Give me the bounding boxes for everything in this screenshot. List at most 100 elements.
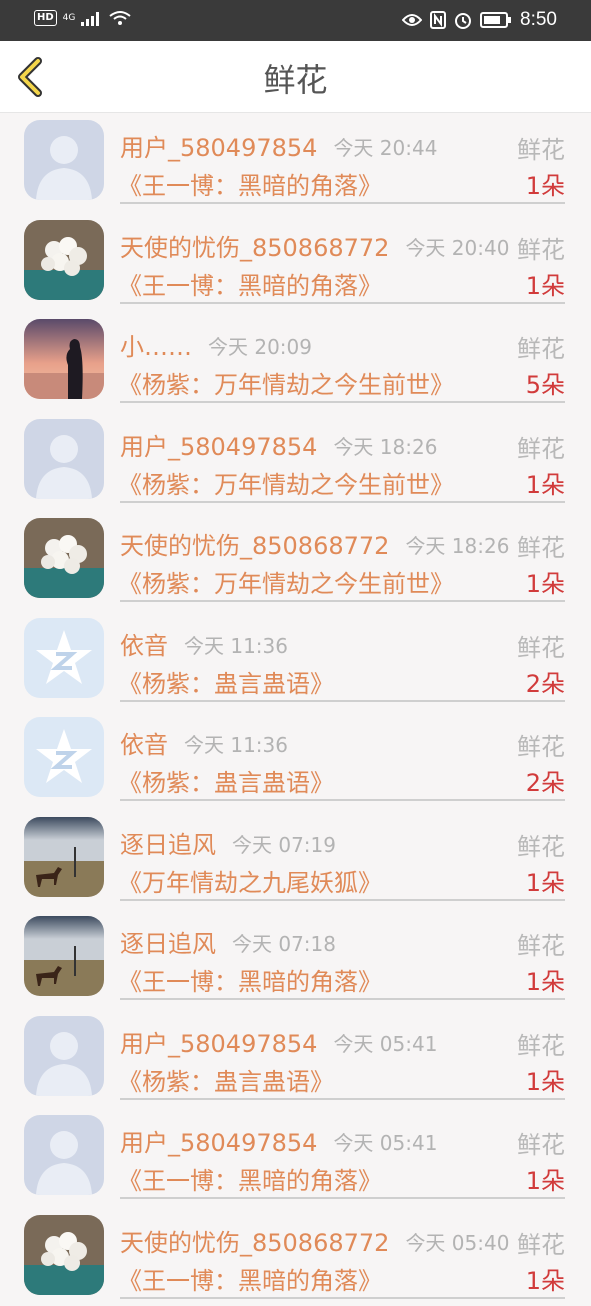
list-item[interactable]: 天使的忧伤_850868772 今天 20:40 鲜花 《王一博：黑暗的角落》 … <box>0 212 591 312</box>
list-item[interactable]: 依音 今天 11:36 鲜花 《杨紫：蛊言蛊语》 2朵 <box>0 709 591 809</box>
divider <box>120 799 565 801</box>
status-left: HD 4G <box>34 10 131 26</box>
book-title[interactable]: 《王一博：黑暗的角落》 <box>118 1161 382 1196</box>
avatar[interactable] <box>24 1016 104 1096</box>
list-item[interactable]: 用户_580497854 今天 05:41 鲜花 《王一博：黑暗的角落》 1朵 <box>0 1107 591 1207</box>
gift-count: 1朵 <box>526 166 565 201</box>
book-title[interactable]: 《王一博：黑暗的角落》 <box>118 962 382 997</box>
flowers-avatar-icon <box>24 220 104 300</box>
list-item[interactable]: 依音 今天 11:36 鲜花 《杨紫：蛊言蛊语》 2朵 <box>0 610 591 710</box>
divider <box>120 202 565 204</box>
user-name[interactable]: 用户_580497854 <box>120 1123 317 1158</box>
gift-type: 鲜花 <box>517 628 565 663</box>
signal-icon <box>81 10 103 26</box>
avatar[interactable] <box>24 1115 104 1195</box>
list-item[interactable]: 用户_580497854 今天 05:41 鲜花 《杨紫：蛊言蛊语》 1朵 <box>0 1008 591 1108</box>
timestamp: 今天 05:40 <box>405 1227 509 1256</box>
status-bar: HD 4G 8:50 <box>0 0 591 41</box>
list-item[interactable]: 小…… 今天 20:09 鲜花 《杨紫：万年情劫之今生前世》 5朵 <box>0 311 591 411</box>
avatar[interactable] <box>24 518 104 598</box>
clock: 8:50 <box>520 9 557 31</box>
battery-icon <box>480 12 512 28</box>
list-item[interactable]: 天使的忧伤_850868772 今天 18:26 鲜花 《杨紫：万年情劫之今生前… <box>0 510 591 610</box>
user-name[interactable]: 用户_580497854 <box>120 427 317 462</box>
gift-type: 鲜花 <box>517 926 565 961</box>
book-title[interactable]: 《万年情劫之九尾妖狐》 <box>118 863 382 898</box>
timestamp: 今天 05:41 <box>333 1127 437 1156</box>
timestamp: 今天 18:26 <box>405 530 509 559</box>
user-name[interactable]: 天使的忧伤_850868772 <box>120 526 389 561</box>
book-title[interactable]: 《王一博：黑暗的角落》 <box>118 1261 382 1296</box>
user-name[interactable]: 逐日追风 <box>120 825 216 860</box>
gift-count: 1朵 <box>526 465 565 500</box>
book-title[interactable]: 《杨紫：蛊言蛊语》 <box>118 664 334 699</box>
user-name[interactable]: 用户_580497854 <box>120 1024 317 1059</box>
eye-icon <box>402 13 422 27</box>
avatar[interactable] <box>24 120 104 200</box>
gift-type: 鲜花 <box>517 1125 565 1160</box>
divider <box>120 302 565 304</box>
flowers-avatar-icon <box>24 1215 104 1295</box>
avatar[interactable] <box>24 419 104 499</box>
wifi-icon <box>109 10 131 26</box>
user-name[interactable]: 天使的忧伤_850868772 <box>120 1223 389 1258</box>
gift-count: 1朵 <box>526 962 565 997</box>
header: 鲜花 <box>0 41 591 113</box>
timestamp: 今天 20:44 <box>333 132 437 161</box>
book-title[interactable]: 《王一博：黑暗的角落》 <box>118 266 382 301</box>
timestamp: 今天 20:40 <box>405 232 509 261</box>
book-title[interactable]: 《杨紫：蛊言蛊语》 <box>118 763 334 798</box>
gift-type: 鲜花 <box>517 827 565 862</box>
list-item[interactable]: 用户_580497854 今天 18:26 鲜花 《杨紫：万年情劫之今生前世》 … <box>0 411 591 511</box>
divider <box>120 899 565 901</box>
network-type: 4G <box>63 14 76 23</box>
gift-type: 鲜花 <box>517 130 565 165</box>
divider <box>120 1098 565 1100</box>
gift-type: 鲜花 <box>517 1026 565 1061</box>
avatar[interactable] <box>24 1215 104 1295</box>
user-name[interactable]: 依音 <box>120 626 168 661</box>
gift-type: 鲜花 <box>517 429 565 464</box>
user-name[interactable]: 用户_580497854 <box>120 128 317 163</box>
book-title[interactable]: 《杨紫：蛊言蛊语》 <box>118 1062 334 1097</box>
list-item[interactable]: 逐日追风 今天 07:19 鲜花 《万年情劫之九尾妖狐》 1朵 <box>0 809 591 909</box>
user-name[interactable]: 依音 <box>120 725 168 760</box>
book-title[interactable]: 《王一博：黑暗的角落》 <box>118 166 382 201</box>
flowers-avatar-icon <box>24 518 104 598</box>
user-name[interactable]: 小…… <box>120 327 192 362</box>
avatar[interactable] <box>24 319 104 399</box>
star-avatar-icon <box>24 618 104 698</box>
book-title[interactable]: 《杨紫：万年情劫之今生前世》 <box>118 465 454 500</box>
timestamp: 今天 18:26 <box>333 431 437 460</box>
list-item[interactable]: 逐日追风 今天 07:18 鲜花 《王一博：黑暗的角落》 1朵 <box>0 908 591 1008</box>
gift-count: 2朵 <box>526 763 565 798</box>
avatar[interactable] <box>24 916 104 996</box>
status-right: 8:50 <box>402 9 557 31</box>
avatar[interactable] <box>24 220 104 300</box>
divider <box>120 600 565 602</box>
gift-count: 5朵 <box>526 365 565 400</box>
default-avatar-icon <box>24 419 104 499</box>
divider <box>120 1197 565 1199</box>
gift-count: 1朵 <box>526 266 565 301</box>
divider <box>120 501 565 503</box>
avatar[interactable] <box>24 817 104 897</box>
user-name[interactable]: 逐日追风 <box>120 924 216 959</box>
list-item[interactable]: 天使的忧伤_850868772 今天 05:40 鲜花 《王一博：黑暗的角落》 … <box>0 1207 591 1306</box>
list-item[interactable]: 用户_580497854 今天 20:44 鲜花 《王一博：黑暗的角落》 1朵 <box>0 112 591 212</box>
gift-type: 鲜花 <box>517 230 565 265</box>
gift-type: 鲜花 <box>517 727 565 762</box>
timestamp: 今天 05:41 <box>333 1028 437 1057</box>
user-name[interactable]: 天使的忧伤_850868772 <box>120 228 389 263</box>
avatar[interactable] <box>24 717 104 797</box>
gift-count: 1朵 <box>526 1161 565 1196</box>
horse-avatar-icon <box>24 916 104 996</box>
book-title[interactable]: 《杨紫：万年情劫之今生前世》 <box>118 564 454 599</box>
nfc-icon <box>430 11 446 29</box>
gift-type: 鲜花 <box>517 329 565 364</box>
page-title: 鲜花 <box>0 55 591 101</box>
book-title[interactable]: 《杨紫：万年情劫之今生前世》 <box>118 365 454 400</box>
default-avatar-icon <box>24 1115 104 1195</box>
hd-badge: HD <box>34 10 57 26</box>
avatar[interactable] <box>24 618 104 698</box>
